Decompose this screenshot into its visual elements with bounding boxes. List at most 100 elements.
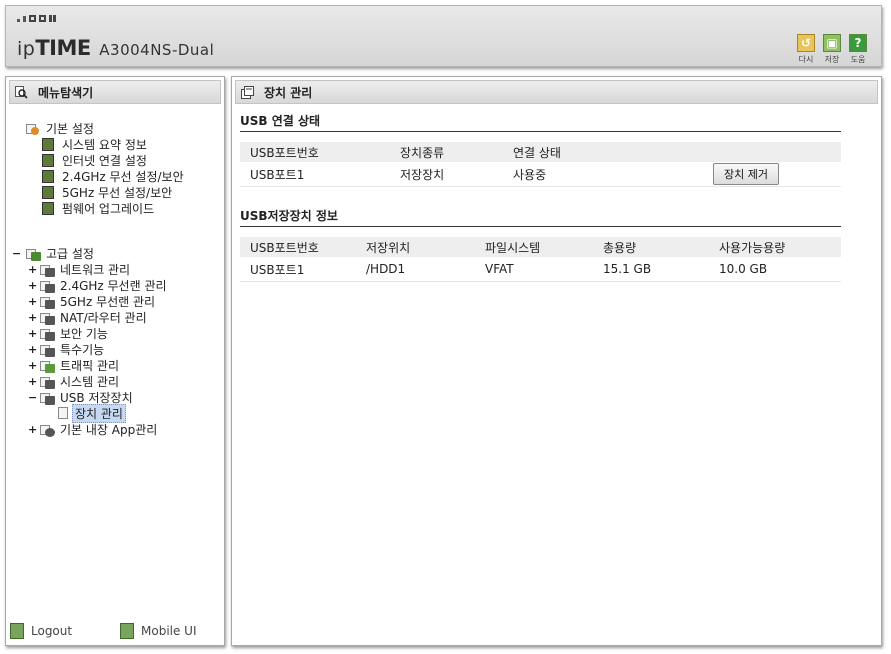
tree-item-5g-wireless[interactable]: 5GHz 무선 설정/보안 [42, 184, 172, 200]
model-name: A3004NS-Dual [99, 41, 215, 59]
collapse-toggle-icon[interactable]: − [28, 391, 37, 404]
logo-mark [17, 15, 56, 22]
tree-item-security[interactable]: + 보안 기능 [28, 325, 108, 341]
column-header: 총용량 [593, 237, 709, 257]
tree-item-traffic[interactable]: + 트래픽 관리 [28, 357, 119, 373]
logout-link[interactable]: Logout [10, 623, 120, 639]
cell-location: /HDD1 [356, 257, 475, 282]
tree-label: 시스템 요약 정보 [62, 137, 147, 152]
table-header-row: USB포트번호 저장위치 파일시스템 총용량 사용가능용량 [240, 237, 841, 257]
tree-label: NAT/라우터 관리 [60, 310, 147, 325]
window-icon [241, 85, 254, 99]
top-header: ipTIME A3004NS-Dual ↺ 다시 ▣ 저장 ? 도움 [5, 5, 882, 67]
wireless-icon [42, 169, 54, 183]
expand-toggle-icon[interactable]: + [28, 311, 37, 324]
column-header: 장치종류 [390, 142, 503, 162]
tree-label: 보안 기능 [60, 326, 108, 341]
tree-item-system-summary[interactable]: 시스템 요약 정보 [42, 136, 147, 152]
tree-item-builtin-app[interactable]: + 기본 내장 App관리 [28, 421, 157, 437]
cell-free-capacity: 10.0 GB [709, 257, 841, 282]
folder-traffic-icon [40, 359, 55, 373]
collapse-toggle-icon[interactable]: − [12, 247, 21, 260]
cell-port: USB포트1 [240, 162, 390, 187]
expand-toggle-icon[interactable]: + [28, 423, 37, 436]
tree-label: 고급 설정 [46, 246, 94, 261]
folder-settings-icon [26, 122, 41, 135]
expand-toggle-icon[interactable]: + [28, 359, 37, 372]
column-header: 저장위치 [356, 237, 475, 257]
logo-ip: ip [17, 38, 36, 60]
tree-label: 2.4GHz 무선 설정/보안 [62, 169, 184, 184]
tree-label: 기본 내장 App관리 [60, 422, 158, 437]
cell-port: USB포트1 [240, 257, 356, 282]
folder-special-icon [40, 343, 55, 357]
logout-icon [10, 623, 24, 639]
menu-explorer-label: 메뉴탐색기 [38, 85, 94, 100]
table-header-row: USB포트번호 장치종류 연결 상태 [240, 142, 841, 162]
cell-filesystem: VFAT [475, 257, 593, 282]
tree-item-24g-wireless[interactable]: 2.4GHz 무선 설정/보안 [42, 168, 184, 184]
upgrade-icon [42, 201, 54, 215]
usb-storage-info-table: USB포트번호 저장위치 파일시스템 총용량 사용가능용량 USB포트1 /HD… [240, 237, 841, 282]
column-header [703, 142, 841, 162]
tree-item-24g-wlan[interactable]: + 2.4GHz 무선랜 관리 [28, 277, 167, 293]
expand-toggle-icon[interactable]: + [28, 327, 37, 340]
folder-system-icon [40, 375, 55, 389]
cell-total-capacity: 15.1 GB [593, 257, 709, 282]
cell-status: 사용중 [503, 162, 703, 187]
logout-label: Logout [31, 624, 73, 638]
save-icon: ▣ [823, 34, 841, 52]
redo-label: 다시 [798, 55, 814, 64]
tree-item-special[interactable]: + 특수기능 [28, 341, 104, 357]
folder-router-icon [40, 311, 55, 325]
wireless-icon [42, 185, 54, 199]
mobile-ui-link[interactable]: Mobile UI [120, 623, 197, 639]
tree-label: 5GHz 무선 설정/보안 [62, 185, 173, 200]
page-title-bar: 장치 관리 [235, 80, 878, 104]
expand-toggle-icon[interactable]: + [28, 343, 37, 356]
tree-label: 네트워크 관리 [60, 262, 131, 277]
folder-lock-icon [40, 327, 55, 341]
tree-advanced-settings[interactable]: − 고급 설정 [12, 245, 94, 261]
tree-item-5g-wlan[interactable]: + 5GHz 무선랜 관리 [28, 293, 155, 309]
remove-device-button[interactable]: 장치 제거 [713, 163, 779, 185]
expand-toggle-icon[interactable]: + [28, 295, 37, 308]
brand-logo: ipTIME A3004NS-Dual [17, 36, 214, 60]
folder-usb-icon [40, 391, 55, 405]
table-row: USB포트1 저장장치 사용중 장치 제거 [240, 162, 841, 187]
page-title: 장치 관리 [264, 85, 313, 100]
expand-toggle-icon[interactable]: + [28, 279, 37, 292]
header-buttons: ↺ 다시 ▣ 저장 ? 도움 [796, 34, 868, 65]
expand-toggle-icon[interactable]: + [28, 263, 37, 276]
menu-explorer-panel: 메뉴탐색기 기본 설정 시스템 요약 정보 인터넷 연결 설정 2.4GHz 무… [5, 76, 225, 646]
tree-item-device-manage[interactable]: 장치 관리 [58, 403, 126, 423]
logo-time: TIME [35, 36, 91, 60]
folder-wireless-icon [40, 295, 55, 309]
tree-basic-settings[interactable]: 기본 설정 [26, 120, 94, 136]
cell-action: 장치 제거 [703, 162, 841, 187]
table-row: USB포트1 /HDD1 VFAT 15.1 GB 10.0 GB [240, 257, 841, 282]
tree-item-system[interactable]: + 시스템 관리 [28, 373, 119, 389]
sidebar-footer: Logout Mobile UI [10, 623, 220, 639]
help-icon: ? [849, 34, 867, 52]
device-management-panel: 장치 관리 USB 연결 상태 USB포트번호 장치종류 연결 상태 USB포트… [231, 76, 882, 646]
usb-storage-info-title: USB저장장치 정보 [240, 207, 841, 227]
tree-item-internet-setup[interactable]: 인터넷 연결 설정 [42, 152, 147, 168]
expand-toggle-icon[interactable]: + [28, 375, 37, 388]
tree-item-network[interactable]: + 네트워크 관리 [28, 261, 130, 277]
column-header: 사용가능용량 [709, 237, 841, 257]
chart-bar-icon [42, 137, 54, 151]
column-header: 연결 상태 [503, 142, 703, 162]
folder-settings-icon [26, 247, 41, 261]
tree-label: 특수기능 [60, 342, 105, 357]
column-header: USB포트번호 [240, 237, 356, 257]
tree-label: 기본 설정 [46, 121, 94, 136]
redo-button[interactable]: ↺ 다시 [796, 34, 816, 65]
tree-label: 펌웨어 업그레이드 [62, 201, 155, 216]
tree-item-firmware[interactable]: 펌웨어 업그레이드 [42, 200, 154, 216]
column-header: 파일시스템 [475, 237, 593, 257]
help-button[interactable]: ? 도움 [848, 34, 868, 65]
mobile-ui-label: Mobile UI [141, 624, 197, 638]
tree-item-nat-router[interactable]: + NAT/라우터 관리 [28, 309, 147, 325]
save-button[interactable]: ▣ 저장 [822, 34, 842, 65]
